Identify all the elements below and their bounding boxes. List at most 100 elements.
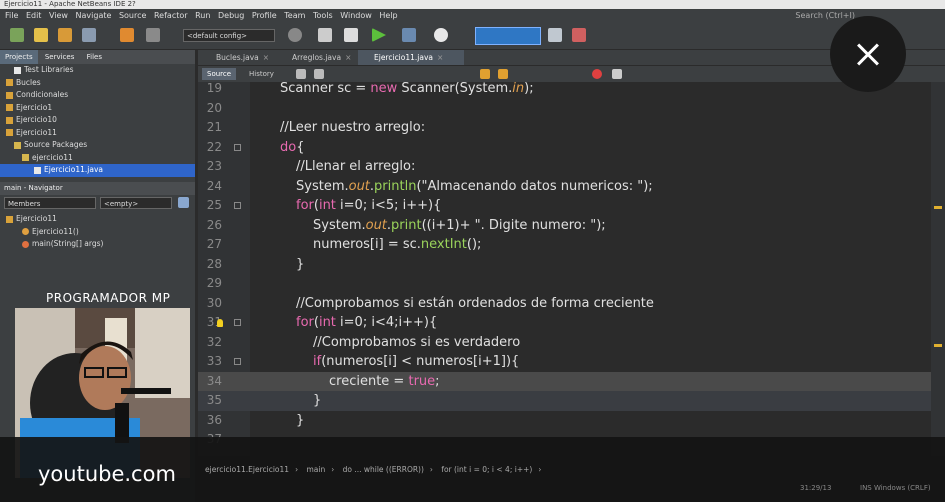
open-project-icon[interactable] [58,28,72,42]
memory-indicator[interactable] [475,27,541,45]
code-text: } [296,256,305,272]
last-edit-icon[interactable] [296,69,306,79]
tab-projects[interactable]: Projects [0,50,38,64]
menu-help[interactable]: Help [379,9,397,23]
code-editor[interactable]: 19 Scanner sc = new Scanner(System.in); 2… [198,82,945,456]
run-icon[interactable] [372,28,386,42]
tab-ejercicio11[interactable]: Ejercicio11.java × [358,50,464,65]
line-number: 36 [206,412,222,427]
tree-item[interactable]: Test Libraries [0,64,195,77]
breadcrumb-item[interactable]: ejercicio11.Ejercicio11 [205,465,289,474]
code-line: 25 for(int i=0; i<5; i++){ [198,196,945,216]
tree-item[interactable]: Ejercicio10 [0,114,195,127]
empty-select[interactable]: <empty> [100,197,172,209]
filter-icon[interactable] [178,197,189,208]
menu-team[interactable]: Team [284,9,305,23]
fold-icon[interactable] [234,358,241,365]
code-text: } [313,393,322,408]
tree-item[interactable]: Ejercicio11 [0,213,195,226]
menu-run[interactable]: Run [195,9,210,23]
projects-tree: Test Libraries Bucles Condicionales Ejer… [0,64,195,177]
code-line: 35} [198,391,945,411]
tree-item[interactable]: Bucles [0,77,195,90]
new-project-icon[interactable] [10,28,24,42]
code-line: 21 //Leer nuestro arreglo: [198,118,945,138]
line-number: 26 [206,217,222,232]
source-packages-icon [14,141,21,149]
warning-mark[interactable] [934,206,942,209]
fold-icon[interactable] [234,319,241,326]
menu-source[interactable]: Source [119,9,146,23]
chevron-right-icon: › [538,465,542,474]
find-next-icon[interactable] [498,69,508,79]
code-text: } [296,412,305,428]
new-file-icon[interactable] [34,28,48,42]
tab-arreglos[interactable]: Arreglos.java × [276,50,370,65]
find-previous-icon[interactable] [480,69,490,79]
warning-mark[interactable] [934,344,942,347]
redo-icon[interactable] [146,28,160,42]
tree-item[interactable]: Source Packages [0,139,195,152]
menu-refactor[interactable]: Refactor [154,9,188,23]
save-all-icon[interactable] [82,28,96,42]
tree-item[interactable]: Ejercicio11 [0,127,195,140]
tree-item[interactable]: ejercicio11 [0,152,195,165]
breadcrumb-item[interactable]: for (int i = 0; i < 4; i++) [441,465,532,474]
constructor-icon [22,228,29,235]
undo-icon[interactable] [120,28,134,42]
hint-bulb-icon[interactable] [217,319,223,327]
tab-files[interactable]: Files [82,50,107,64]
clean-build-icon[interactable] [344,28,358,42]
close-overlay-button[interactable] [830,16,906,92]
gc-icon[interactable] [548,28,562,42]
navigator-filter-bar: Members <empty> [0,196,195,211]
menu-view[interactable]: View [49,9,68,23]
package-icon [22,154,29,161]
history-tab[interactable]: History [244,68,279,80]
code-line: 23 //Llenar el arreglo: [198,157,945,177]
build-icon[interactable] [318,28,332,42]
fold-icon[interactable] [234,143,241,151]
tab-services[interactable]: Services [40,50,80,64]
tree-item[interactable]: main(String[] args) [0,238,195,251]
record-macro-icon[interactable] [592,69,602,79]
snapshot-icon[interactable] [572,28,586,42]
breadcrumb-item[interactable]: main [306,465,325,474]
search-input[interactable]: Search (Ctrl+I) [795,9,855,23]
tab-bucles[interactable]: Bucles.java × [200,50,288,65]
tree-item[interactable]: Ejercicio1 [0,102,195,115]
config-select[interactable]: <default config> [183,29,275,42]
tree-item-selected[interactable]: Ejercicio11.java [0,164,195,177]
breadcrumb-item[interactable]: do ... while ((ERROR)) [343,465,424,474]
error-stripe[interactable] [931,82,945,456]
close-tab-icon[interactable]: × [437,53,443,62]
close-tab-icon[interactable]: × [263,53,269,62]
members-select[interactable]: Members [4,197,96,209]
menu-tools[interactable]: Tools [313,9,333,23]
tree-item-label: Ejercicio11.java [44,165,104,174]
stop-macro-icon[interactable] [612,69,622,79]
tree-item[interactable]: Ejercicio11() [0,226,195,239]
tree-item-label: Condicionales [16,90,69,99]
code-line: 33 if(numeros[i] < numeros[i+1]){ [198,352,945,372]
back-icon[interactable] [314,69,324,79]
config-icon[interactable] [288,28,302,42]
tree-item-label: ejercicio11 [32,152,73,162]
menu-file[interactable]: File [5,9,18,23]
menu-window[interactable]: Window [340,9,372,23]
menu-bar: File Edit View Navigate Source Refactor … [0,9,945,23]
project-icon [6,104,13,111]
menu-edit[interactable]: Edit [26,9,42,23]
source-tab[interactable]: Source [202,68,237,80]
menu-debug[interactable]: Debug [218,9,244,23]
tree-item[interactable]: Condicionales [0,89,195,102]
close-tab-icon[interactable]: × [345,53,351,62]
code-line: 27 numeros[i] = sc.nextInt(); [198,235,945,255]
menu-navigate[interactable]: Navigate [76,9,112,23]
fold-icon[interactable] [234,202,241,209]
menu-profile[interactable]: Profile [252,9,277,23]
debug-icon[interactable] [402,28,416,42]
profile-icon[interactable] [434,28,448,42]
comment: //Comprobamos si están ordenados de form… [296,295,654,311]
project-icon [6,91,13,99]
